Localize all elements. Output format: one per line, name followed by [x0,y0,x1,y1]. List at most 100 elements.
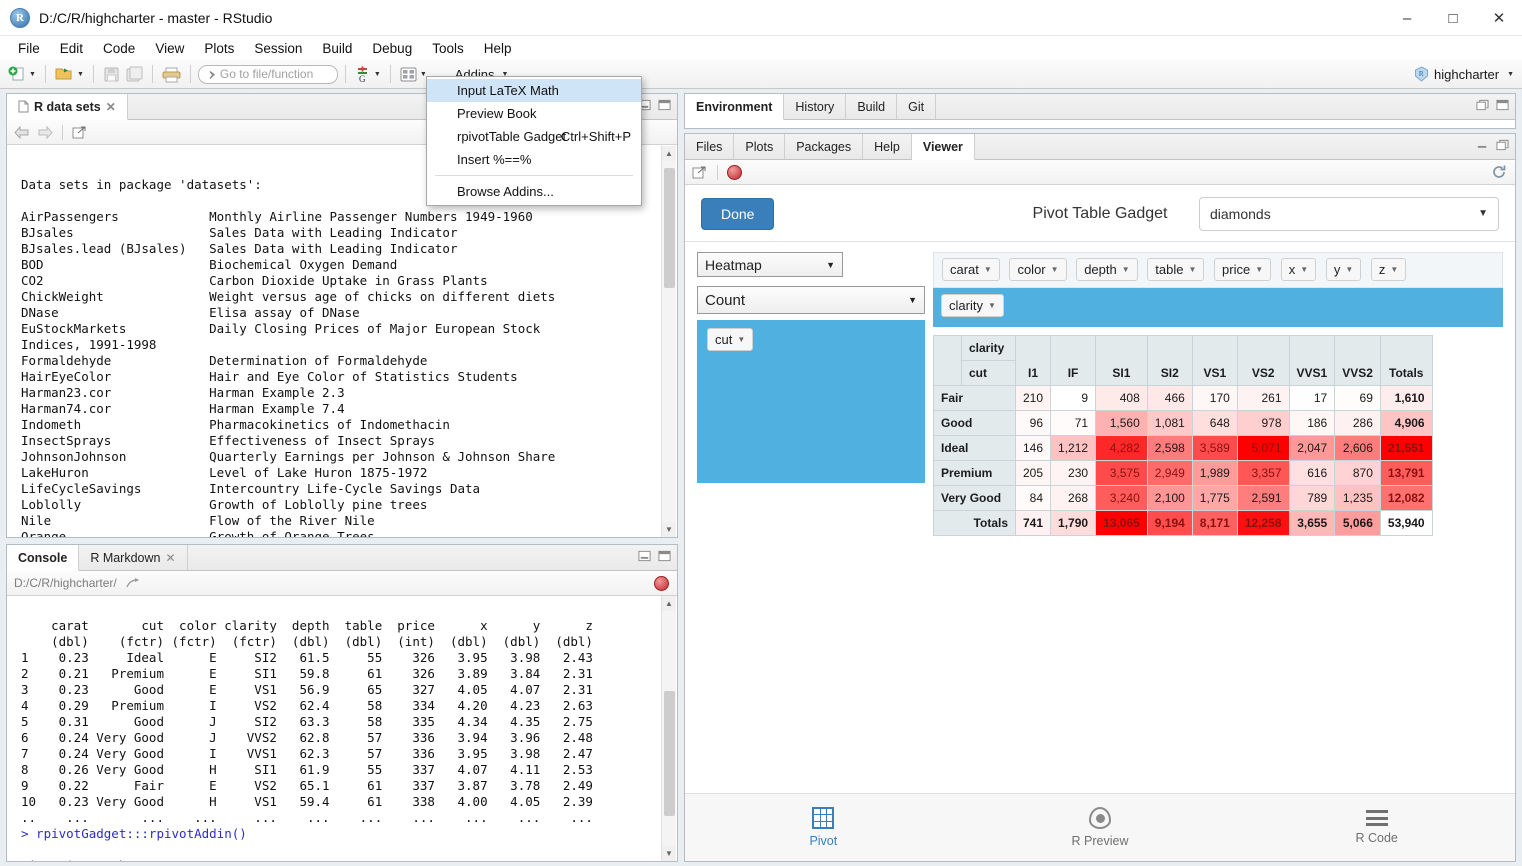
tab-environment[interactable]: Environment [685,94,785,120]
tab-packages[interactable]: Packages [785,134,864,159]
maximize-pane-icon[interactable] [1496,99,1509,111]
tab-plots[interactable]: Plots [734,134,786,159]
tab-r-data-sets[interactable]: R data sets ✕ [7,94,128,120]
aggregator-select[interactable]: Count ▼ [697,286,925,314]
menu-view[interactable]: View [145,38,194,59]
save-all-button[interactable] [124,63,145,85]
window-close-button[interactable]: ✕ [1476,0,1522,36]
pivot-row-axis-label[interactable]: cut [961,360,1016,386]
columns-dropzone[interactable]: clarity ▼ [933,288,1503,327]
forward-arrow-icon[interactable] [38,125,53,139]
chevron-down-icon[interactable]: ▼ [374,71,381,78]
chevron-down-icon[interactable]: ▼ [1390,265,1398,274]
popout-icon[interactable] [692,165,708,180]
pivot-attr-depth[interactable]: depth ▼ [1076,258,1138,281]
menu-session[interactable]: Session [244,38,312,59]
chevron-down-icon[interactable]: ▼ [1255,265,1263,274]
menu-file[interactable]: File [8,38,50,59]
goto-file-function-input[interactable]: Go to file/function [197,64,338,84]
menu-plots[interactable]: Plots [194,38,244,59]
maximize-pane-icon[interactable] [658,550,671,562]
addins-item-input-latex-math[interactable]: Input LaTeX Math [427,79,641,102]
addins-item-browse-addins[interactable]: Browse Addins... [427,180,641,203]
project-indicator[interactable]: R highcharter ▼ [1414,66,1514,82]
addins-item-rpivottable-gadget[interactable]: rpivotTable Gadget Ctrl+Shift+P [427,125,641,148]
pivot-attr-clarity[interactable]: clarity ▼ [941,294,1004,317]
tab-viewer[interactable]: Viewer [911,134,975,160]
chevron-down-icon[interactable]: ▼ [77,71,84,78]
window-maximize-button[interactable]: □ [1430,0,1476,36]
pivot-attr-x[interactable]: x ▼ [1280,258,1317,281]
window-minimize-button[interactable]: – [1384,0,1430,36]
pivot-attr-table[interactable]: table ▼ [1147,258,1205,281]
tab-r-markdown[interactable]: R Markdown ✕ [79,545,188,570]
print-button[interactable] [160,63,183,85]
menu-tools[interactable]: Tools [422,38,474,59]
restore-pane-icon[interactable] [1476,99,1489,111]
pivot-attr-y[interactable]: y ▼ [1325,258,1362,281]
menu-edit[interactable]: Edit [50,38,93,59]
menu-debug[interactable]: Debug [362,38,422,59]
back-arrow-icon[interactable] [14,125,29,139]
minimize-pane-icon[interactable] [638,550,651,562]
chevron-down-icon[interactable]: ▼ [908,295,917,305]
chevron-down-icon[interactable]: ▼ [984,265,992,274]
chevron-down-icon[interactable]: ▼ [1188,265,1196,274]
chevron-down-icon[interactable]: ▼ [29,71,36,78]
pivot-col-axis-label[interactable]: clarity [961,335,1016,361]
scroll-thumb[interactable] [664,168,675,288]
pivot-attr-color[interactable]: color ▼ [1009,258,1067,281]
tab-build[interactable]: Build [846,94,898,119]
chevron-down-icon[interactable]: ▼ [1345,265,1353,274]
stop-icon[interactable] [654,575,669,591]
tab-help[interactable]: Help [863,134,912,159]
tab-console[interactable]: Console [7,545,80,571]
addins-item-insert-pipe[interactable]: Insert %==% [427,148,641,171]
chevron-down-icon[interactable]: ▼ [1051,265,1059,274]
open-file-button[interactable]: ▼ [53,63,86,85]
restore-pane-icon[interactable] [1496,139,1509,151]
footer-tab-r-code[interactable]: R Code [1238,810,1515,845]
scroll-down-icon[interactable]: ▼ [662,846,676,861]
done-button[interactable]: Done [701,197,775,230]
footer-tab-r-preview[interactable]: R Preview [962,807,1239,848]
version-control-button[interactable]: G ▼ [353,63,383,85]
chevron-down-icon[interactable]: ▼ [1507,71,1514,78]
chevron-down-icon[interactable]: ▼ [826,260,835,270]
stop-icon[interactable] [727,164,742,180]
scroll-up-icon[interactable]: ▲ [662,146,676,161]
maximize-pane-icon[interactable] [658,99,671,111]
close-icon[interactable]: ✕ [165,551,175,565]
chevron-down-icon[interactable]: ▼ [988,301,996,310]
chevron-down-icon[interactable]: ▼ [1478,208,1488,219]
rows-dropzone[interactable]: cut ▼ [697,320,925,483]
tab-git[interactable]: Git [897,94,937,119]
renderer-select[interactable]: Heatmap ▼ [697,252,843,277]
menu-build[interactable]: Build [312,38,362,59]
pivot-attr-z[interactable]: z ▼ [1370,258,1407,281]
popout-icon[interactable] [126,577,142,590]
chevron-down-icon[interactable]: ▼ [737,335,745,344]
scroll-down-icon[interactable]: ▼ [662,522,676,537]
new-file-button[interactable]: ▼ [6,63,38,85]
refresh-icon[interactable] [1491,164,1507,180]
save-button[interactable] [101,63,122,85]
tab-files[interactable]: Files [685,134,735,159]
tab-history[interactable]: History [784,94,847,119]
pivot-attr-cut[interactable]: cut ▼ [707,328,754,351]
minimize-pane-icon[interactable] [1476,139,1489,151]
addins-dropdown-menu[interactable]: Input LaTeX Math Preview Book rpivotTabl… [426,76,642,206]
menu-help[interactable]: Help [474,38,522,59]
workspace-panes-button[interactable]: ▼ [398,63,429,85]
console-output[interactable]: carat cut color clarity depth table pric… [7,596,677,861]
menu-code[interactable]: Code [93,38,145,59]
footer-tab-pivot[interactable]: Pivot [685,807,962,848]
console-scrollbar[interactable]: ▲ ▼ [661,596,676,861]
addins-item-preview-book[interactable]: Preview Book [427,102,641,125]
unused-attributes-zone[interactable]: carat ▼ color ▼ depth ▼ table ▼ price ▼ x ▼ y ▼… [933,252,1503,288]
source-scrollbar[interactable]: ▲ ▼ [661,146,676,537]
scroll-thumb[interactable] [664,691,675,816]
scroll-up-icon[interactable]: ▲ [662,596,676,611]
pivot-attr-carat[interactable]: carat ▼ [942,258,1000,281]
chevron-down-icon[interactable]: ▼ [1122,265,1130,274]
